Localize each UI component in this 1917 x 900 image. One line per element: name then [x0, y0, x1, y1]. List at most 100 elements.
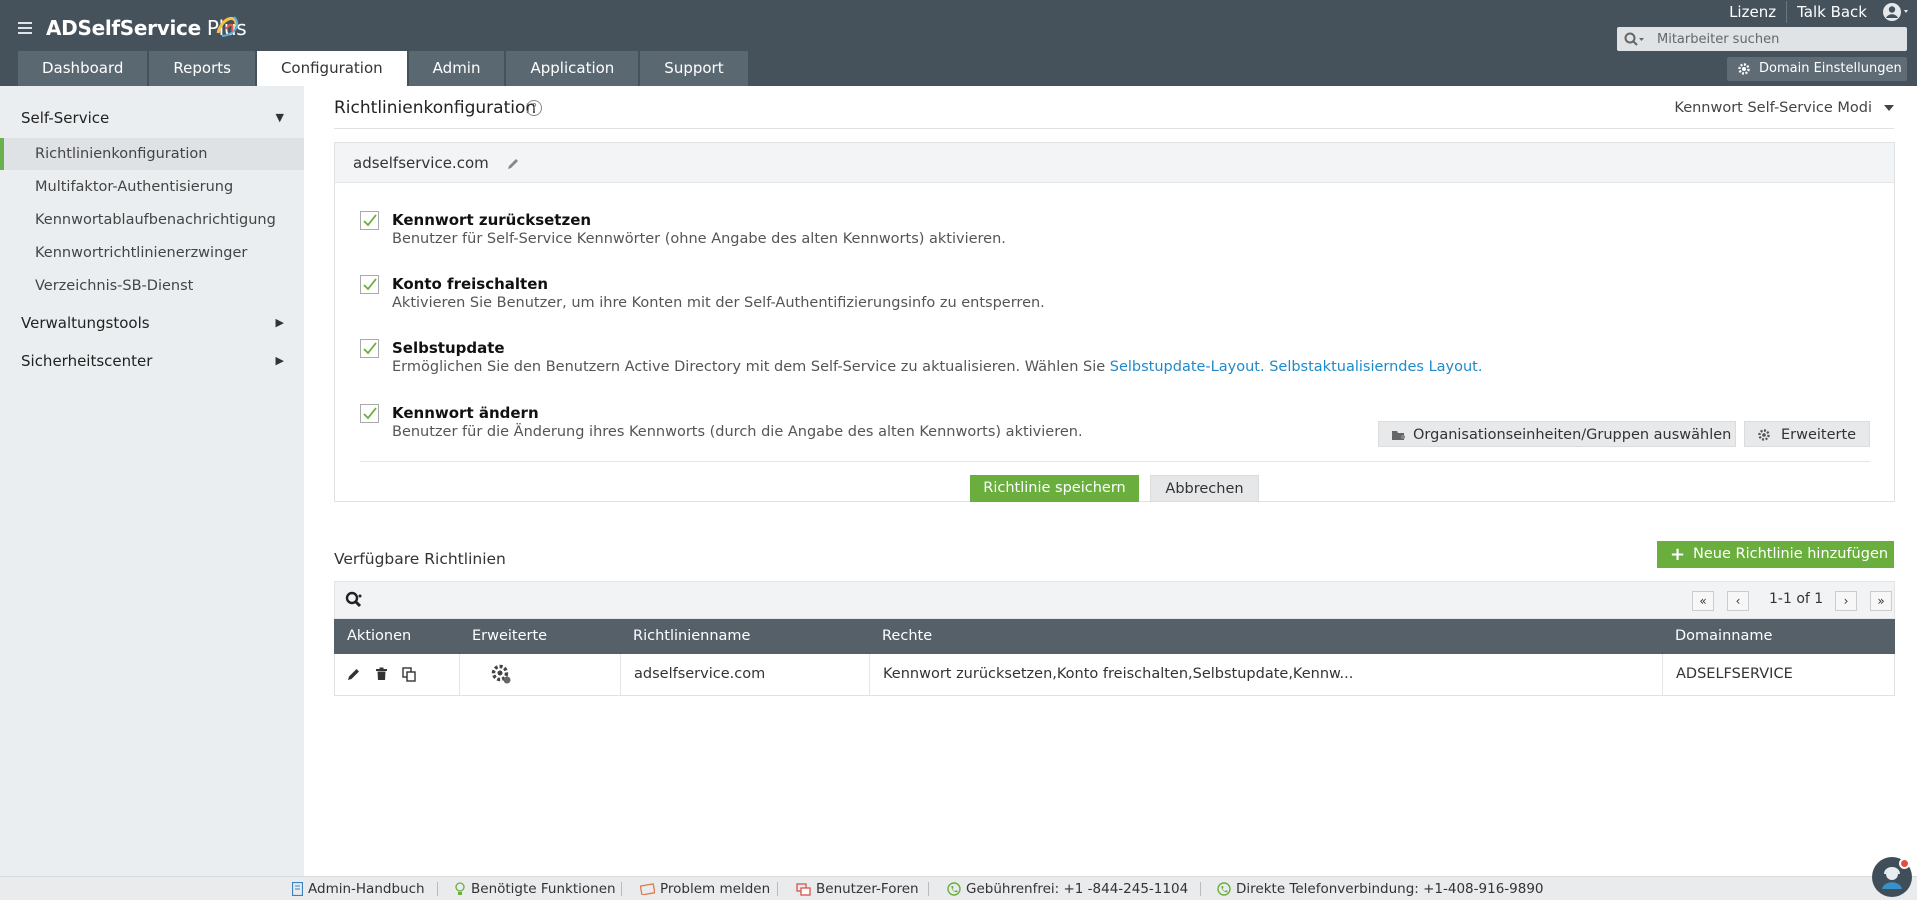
col-domain: Domainname — [1675, 628, 1773, 644]
tab-application[interactable]: Application — [506, 51, 639, 86]
edit-pencil-icon[interactable] — [506, 157, 520, 171]
advanced-button[interactable]: Erweiterte — [1744, 421, 1870, 447]
option-title: Kennwort ändern — [392, 404, 539, 422]
search-icon[interactable] — [345, 591, 365, 609]
row-rights: Kennwort zurücksetzen,Konto freischalten… — [870, 654, 1663, 695]
next-page-button[interactable]: › — [1835, 591, 1857, 611]
footer-user-forums[interactable]: Benutzer-Foren — [796, 881, 919, 897]
option-desc-text: Ermöglichen Sie den Benutzern Active Dir… — [392, 359, 1110, 375]
sidebar-section-self-service[interactable]: Self-Service ▼ — [0, 100, 304, 136]
sidebar-item-richtlinienkonfiguration[interactable]: Richtlinienkonfiguration — [0, 138, 304, 170]
option-desc: Ermöglichen Sie den Benutzern Active Dir… — [392, 359, 1482, 375]
checkbox-kennwort-aendern[interactable] — [360, 404, 379, 423]
footer-report-problem[interactable]: Problem melden — [640, 881, 770, 897]
license-link[interactable]: Lizenz — [1719, 1, 1786, 23]
pagination-info: 1-1 of 1 — [1769, 591, 1824, 607]
footer-label: Problem melden — [660, 881, 771, 897]
footer-separator — [621, 882, 622, 896]
footer-label: Gebührenfrei: +1 -844-245-1104 — [966, 881, 1189, 897]
tab-reports[interactable]: Reports — [149, 51, 255, 86]
sidebar-section-verwaltungstools[interactable]: Verwaltungstools ▶ — [0, 305, 304, 341]
phone-icon — [947, 882, 961, 896]
folder-users-icon — [1392, 431, 1405, 440]
caret-right-icon: ▶ — [275, 316, 284, 329]
domain-settings-button[interactable]: Domain Einstellungen — [1727, 57, 1907, 81]
footer-label: Admin-Handbuch — [308, 881, 425, 897]
footer-label: Direkte Telefonverbindung: +1-408-916-98… — [1236, 881, 1544, 897]
checkmark-icon — [363, 407, 377, 420]
option-desc: Aktivieren Sie Benutzer, um ihre Konten … — [392, 295, 1045, 311]
caret-down-icon: ▼ — [275, 111, 284, 124]
user-avatar-icon[interactable] — [1877, 0, 1917, 24]
footer-admin-guide[interactable]: Admin-Handbuch — [292, 881, 425, 897]
checkmark-icon — [363, 342, 377, 355]
search-icon — [1624, 32, 1644, 46]
sidebar-item-multifaktor[interactable]: Multifaktor-Authentisierung — [0, 171, 304, 203]
plus-icon: + — [1670, 544, 1686, 565]
sidebar-section-label: Self-Service — [21, 109, 110, 127]
gear-icon — [1738, 63, 1750, 75]
sidebar-item-kennwortablauf[interactable]: Kennwortablaufbenachrichtigung — [0, 204, 304, 236]
footer-bar: Admin-Handbuch Benötigte Funktionen Prob… — [0, 876, 1917, 900]
chat-support-icon[interactable] — [1872, 857, 1912, 897]
policy-domain-header: adselfservice.com — [335, 143, 1894, 183]
footer-separator — [928, 882, 929, 896]
tab-configuration[interactable]: Configuration — [256, 51, 407, 86]
tab-dashboard[interactable]: Dashboard — [18, 51, 148, 86]
save-policy-button[interactable]: Richtlinie speichern — [970, 475, 1139, 502]
sidebar-section-label: Verwaltungstools — [21, 314, 150, 332]
sidebar-section-sicherheitscenter[interactable]: Sicherheitscenter ▶ — [0, 343, 304, 379]
main-content: Richtlinienkonfiguration ? Kennwort Self… — [304, 86, 1917, 876]
checkbox-selbstupdate[interactable] — [360, 339, 379, 358]
sidebar-item-kennwortrichtlinien[interactable]: Kennwortrichtlinienerzwinger — [0, 237, 304, 269]
footer-toll-free[interactable]: Gebührenfrei: +1 -844-245-1104 — [947, 881, 1188, 897]
footer-label: Benutzer-Foren — [816, 881, 919, 897]
box-divider — [360, 461, 1870, 462]
footer-features[interactable]: Benötigte Funktionen — [454, 881, 616, 897]
help-icon[interactable]: ? — [526, 100, 542, 116]
policy-config-box: adselfservice.com Kennwort zurücksetzen … — [334, 142, 1895, 502]
checkbox-konto-freischalten[interactable] — [360, 275, 379, 294]
select-ou-groups-button[interactable]: Organisationseinheiten/Gruppen auswählen — [1378, 421, 1736, 447]
top-header: ADSelfService Plus Dashboard Reports Con… — [0, 0, 1917, 86]
gear-settings-icon[interactable] — [490, 663, 512, 685]
selbstupdate-layout-link[interactable]: Selbstupdate-Layout. — [1110, 359, 1265, 375]
search-input[interactable] — [1657, 27, 1897, 51]
option-title: Konto freischalten — [392, 275, 549, 293]
footer-separator — [437, 882, 438, 896]
delete-trash-icon[interactable] — [375, 667, 388, 681]
notification-badge — [1899, 858, 1910, 869]
copy-icon[interactable] — [402, 666, 417, 682]
report-envelope-icon — [640, 883, 655, 895]
selbstaktualisierendes-layout-link[interactable]: Selbstaktualisierndes Layout. — [1269, 359, 1482, 375]
checkbox-kennwort-zuruecksetzen[interactable] — [360, 211, 379, 230]
mode-select[interactable]: Kennwort Self-Service Modi — [1674, 100, 1894, 116]
sidebar-item-verzeichnis[interactable]: Verzeichnis-SB-Dienst — [0, 270, 304, 302]
title-divider — [334, 128, 1894, 129]
page-title: Richtlinienkonfiguration — [334, 98, 537, 118]
caret-down-icon — [1884, 105, 1894, 111]
prev-page-button[interactable]: ‹ — [1727, 591, 1749, 611]
option-desc: Benutzer für die Änderung ihres Kennwort… — [392, 424, 1083, 440]
tab-support[interactable]: Support — [640, 51, 748, 86]
mode-select-label: Kennwort Self-Service Modi — [1674, 100, 1872, 116]
footer-label: Benötigte Funktionen — [471, 881, 616, 897]
last-page-button[interactable]: » — [1870, 591, 1892, 611]
edit-pencil-icon[interactable] — [347, 667, 361, 681]
option-desc: Benutzer für Self-Service Kennwörter (oh… — [392, 231, 1006, 247]
menu-icon[interactable] — [18, 22, 32, 34]
footer-direct-phone[interactable]: Direkte Telefonverbindung: +1-408-916-98… — [1217, 881, 1544, 897]
add-new-policy-label: Neue Richtlinie hinzufügen — [1693, 546, 1889, 562]
talk-back-link[interactable]: Talk Back — [1786, 1, 1877, 23]
add-new-policy-button[interactable]: + Neue Richtlinie hinzufügen — [1657, 541, 1894, 568]
cancel-button[interactable]: Abbrechen — [1150, 475, 1259, 502]
option-title: Selbstupdate — [392, 339, 505, 357]
checkmark-icon — [363, 214, 377, 227]
book-icon — [292, 882, 303, 896]
first-page-button[interactable]: « — [1692, 591, 1714, 611]
phone-icon — [1217, 882, 1231, 896]
logo-swirl-icon — [216, 16, 239, 37]
checkmark-icon — [363, 278, 377, 291]
row-domain: ADSELFSERVICE — [1676, 666, 1793, 682]
tab-admin[interactable]: Admin — [408, 51, 505, 86]
